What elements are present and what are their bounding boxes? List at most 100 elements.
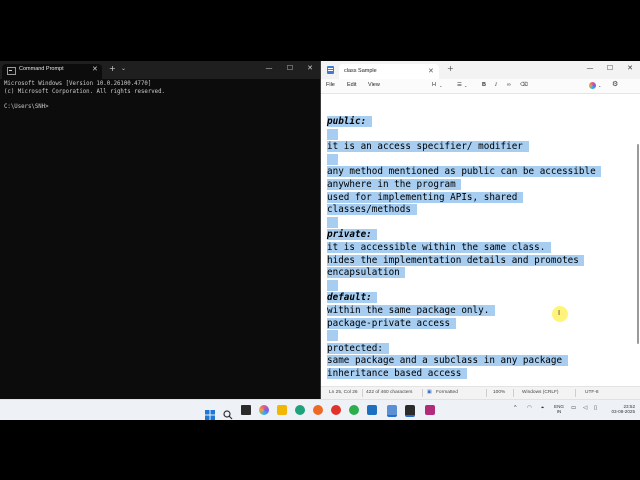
language-bottom: IN	[556, 409, 562, 414]
notepad-editor[interactable]: public: it is an access specifier/ modif…	[321, 94, 640, 386]
desktop-screen: Command Prompt ✕ + ⌄ — ☐ ✕ Microsoft Win…	[0, 61, 640, 420]
close-window-icon[interactable]: ✕	[303, 64, 317, 72]
bold-button[interactable]: B	[482, 82, 486, 88]
new-tab-plus-icon[interactable]: +	[109, 64, 116, 73]
status-divider	[422, 389, 423, 397]
settings-gear-icon[interactable]: ⚙	[612, 80, 618, 88]
editor-line	[327, 216, 601, 230]
chrome-icon[interactable]	[331, 405, 341, 415]
copilot-icon[interactable]	[259, 405, 269, 415]
notepad-app-icon	[327, 66, 334, 74]
cmd-line: (c) Microsoft Corporation. All rights re…	[4, 88, 165, 95]
selected-text: private:	[327, 229, 378, 241]
vertical-scrollbar[interactable]	[637, 144, 639, 344]
format-status[interactable]: Formatted	[436, 390, 458, 395]
notepad-statusbar: Ln 25, Col 26 422 of 460 characters ▣ Fo…	[321, 386, 640, 400]
heading-button[interactable]: H	[432, 82, 436, 88]
selected-text: public:	[327, 116, 372, 127]
close-icon[interactable]: ✕	[428, 67, 434, 75]
editor-line	[327, 153, 601, 167]
cmd-line: C:\Users\SNH>	[4, 103, 49, 110]
clock-date: 03-08-2025	[611, 409, 636, 414]
editor-line: same package and a subclass in any packa…	[327, 355, 601, 368]
copilot-icon[interactable]	[589, 82, 596, 89]
new-tab-plus-icon[interactable]: +	[447, 64, 454, 73]
wifi-icon[interactable]: ◠	[527, 405, 532, 411]
editor-line: anywhere in the program	[327, 178, 601, 192]
menu-file[interactable]: File	[326, 82, 335, 88]
task-view-icon[interactable]	[241, 405, 251, 415]
status-divider	[362, 389, 363, 397]
notepad-window[interactable]: class Sample ✕ + — ☐ ✕ File Edit View H …	[321, 61, 640, 400]
zoom-level[interactable]: 100%	[493, 390, 505, 395]
editor-line: classes/methods	[327, 204, 601, 217]
maximize-icon[interactable]: ☐	[603, 64, 617, 72]
menu-view[interactable]: View	[368, 82, 380, 88]
file-explorer-icon[interactable]	[277, 405, 287, 415]
selected-text: encapsulation	[327, 267, 406, 279]
cmd-line: Microsoft Windows [Version 10.0.26100.47…	[4, 81, 152, 87]
editor-line: protected:	[327, 342, 601, 356]
volume-icon[interactable]: ◁	[583, 405, 587, 411]
notepad-tab[interactable]: class Sample ✕	[339, 64, 439, 79]
list-button[interactable]: ☰	[457, 82, 462, 88]
chevron-down-icon[interactable]: ⌄	[598, 83, 601, 88]
network-icon[interactable]: ▭	[571, 405, 576, 411]
editor-line: default:	[327, 292, 601, 305]
start-windows-icon[interactable]	[205, 405, 215, 420]
editor-line	[327, 330, 601, 343]
markdown-icon[interactable]: ▣	[427, 390, 432, 395]
selected-text	[327, 330, 339, 342]
status-divider	[486, 389, 487, 397]
terminal-taskbar-icon[interactable]	[405, 405, 415, 417]
edge-icon[interactable]	[295, 405, 305, 415]
selected-text: default:	[327, 292, 378, 304]
encoding[interactable]: UTF-8	[585, 390, 599, 395]
clear-formatting-button[interactable]: ⌫	[520, 82, 528, 88]
app-icon[interactable]	[425, 405, 435, 415]
vscode-icon[interactable]	[367, 405, 377, 415]
line-ending[interactable]: Windows (CRLF)	[522, 390, 559, 395]
notepad-titlebar[interactable]: class Sample ✕ + — ☐ ✕	[321, 61, 640, 79]
italic-button[interactable]: I	[495, 82, 497, 88]
editor-line: any method mentioned as public can be ac…	[327, 166, 602, 179]
editor-line: private:	[327, 229, 601, 242]
cmd-tab[interactable]: Command Prompt ✕	[2, 64, 102, 79]
selected-text	[327, 153, 339, 165]
command-prompt-window[interactable]: Command Prompt ✕ + ⌄ — ☐ ✕ Microsoft Win…	[0, 61, 321, 399]
text-cursor-icon: I	[558, 309, 561, 317]
cmd-output[interactable]: Microsoft Windows [Version 10.0.26100.47…	[4, 81, 316, 111]
menu-edit[interactable]: Edit	[347, 82, 356, 88]
chrome-alt-icon[interactable]	[349, 405, 359, 415]
location-icon[interactable]: ⌖	[541, 405, 544, 412]
firefox-icon[interactable]	[313, 405, 323, 415]
cmd-titlebar[interactable]: Command Prompt ✕ + ⌄ — ☐ ✕	[0, 61, 320, 79]
terminal-icon	[7, 67, 16, 75]
notepad-tab-title: class Sample	[344, 68, 377, 74]
chevron-up-icon[interactable]: ^	[514, 405, 517, 411]
selected-text: any method mentioned as public can be ac…	[327, 166, 602, 178]
chevron-down-icon[interactable]: ⌄	[439, 83, 442, 88]
editor-line	[327, 128, 601, 142]
close-window-icon[interactable]: ✕	[623, 64, 637, 72]
selected-text	[327, 128, 339, 140]
clock[interactable]: 23:52 03-08-2025	[604, 404, 636, 414]
cursor-position: Ln 25, Col 26	[329, 390, 358, 395]
link-button[interactable]: ∞	[507, 82, 511, 88]
selected-text	[327, 216, 339, 228]
battery-icon[interactable]: ▯	[594, 405, 597, 411]
chevron-down-icon[interactable]: ⌄	[464, 83, 467, 88]
editor-line: used for implementing APIs, shared	[327, 191, 601, 205]
close-icon[interactable]: ✕	[92, 65, 98, 73]
maximize-icon[interactable]: ☐	[283, 64, 297, 72]
chevron-down-icon[interactable]: ⌄	[121, 65, 126, 72]
minimize-icon[interactable]: —	[583, 64, 597, 72]
cmd-line	[4, 96, 316, 104]
notepad-taskbar-icon[interactable]	[387, 405, 397, 417]
language-indicator[interactable]: ENG IN	[551, 404, 567, 414]
selected-text: it is an access specifier/ modifier	[327, 141, 529, 153]
minimize-icon[interactable]: —	[262, 64, 276, 72]
editor-text[interactable]: public: it is an access specifier/ modif…	[327, 116, 602, 380]
search-icon[interactable]	[223, 405, 233, 420]
selected-text: package-private access	[327, 317, 456, 329]
